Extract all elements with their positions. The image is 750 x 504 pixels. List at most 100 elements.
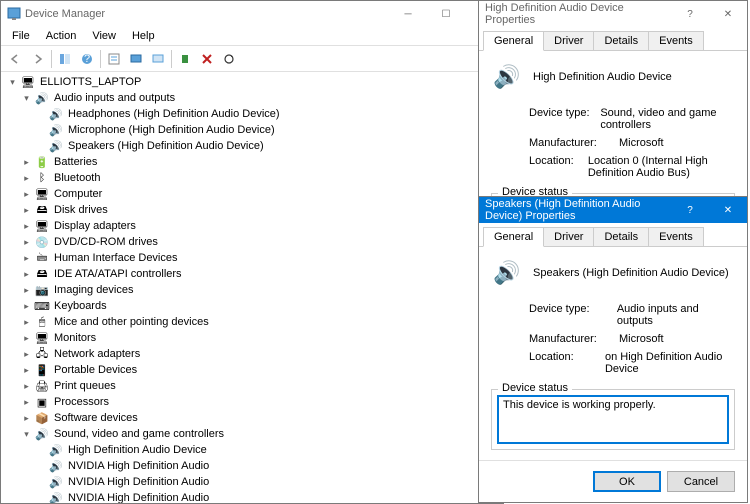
expand-icon[interactable]: ▸ xyxy=(21,173,32,184)
tree-category[interactable]: ▸ᛒBluetooth xyxy=(5,170,499,186)
scan-hardware-button[interactable] xyxy=(147,48,169,70)
refresh-button[interactable] xyxy=(218,48,240,70)
close-button[interactable]: ✕ xyxy=(709,1,747,27)
uninstall-device-button[interactable] xyxy=(196,48,218,70)
device-icon: 🖧 xyxy=(34,346,50,362)
titlebar[interactable]: Speakers (High Definition Audio Device) … xyxy=(479,197,747,223)
tree-category[interactable]: ▸🔋Batteries xyxy=(5,154,499,170)
menu-view[interactable]: View xyxy=(85,28,123,44)
tree-device[interactable]: 🔊NVIDIA High Definition Audio xyxy=(5,474,499,490)
properties-button[interactable] xyxy=(103,48,125,70)
node-label: Audio inputs and outputs xyxy=(54,92,175,104)
expand-icon[interactable]: ▾ xyxy=(7,77,18,88)
expand-icon[interactable]: ▸ xyxy=(21,157,32,168)
forward-button[interactable] xyxy=(27,48,49,70)
help-button[interactable]: ? xyxy=(671,1,709,27)
tree-device[interactable]: 🔊NVIDIA High Definition Audio xyxy=(5,490,499,503)
expand-icon[interactable]: ▸ xyxy=(21,413,32,424)
titlebar[interactable]: Device Manager ─ ☐ ✕ xyxy=(1,1,503,27)
expand-icon[interactable]: ▸ xyxy=(21,237,32,248)
tree-category[interactable]: ▸🖧Network adapters xyxy=(5,346,499,362)
expand-icon[interactable] xyxy=(35,493,46,504)
manufacturer-value: Microsoft xyxy=(619,333,664,345)
cancel-button[interactable]: Cancel xyxy=(667,471,735,492)
expand-icon[interactable]: ▸ xyxy=(21,365,32,376)
expand-icon[interactable]: ▸ xyxy=(21,333,32,344)
tree-device[interactable]: 🔊Microphone (High Definition Audio Devic… xyxy=(5,122,499,138)
hdad-properties-window: High Definition Audio Device Properties … xyxy=(478,0,748,198)
expand-icon[interactable] xyxy=(35,125,46,136)
expand-icon[interactable]: ▾ xyxy=(21,93,32,104)
tree-device[interactable]: 🔊High Definition Audio Device xyxy=(5,442,499,458)
device-tree[interactable]: ▾🖥ELLIOTTS_LAPTOP▾🔊Audio inputs and outp… xyxy=(1,72,503,503)
ok-button[interactable]: OK xyxy=(593,471,661,492)
tree-category[interactable]: ▸🖥Computer xyxy=(5,186,499,202)
expand-icon[interactable]: ▸ xyxy=(21,269,32,280)
expand-icon[interactable]: ▾ xyxy=(21,429,32,440)
expand-icon[interactable]: ▸ xyxy=(21,205,32,216)
show-hide-tree-button[interactable] xyxy=(54,48,76,70)
tree-device[interactable]: 🔊Speakers (High Definition Audio Device) xyxy=(5,138,499,154)
node-label: IDE ATA/ATAPI controllers xyxy=(54,268,182,280)
tree-category[interactable]: ▸🖨Print queues xyxy=(5,378,499,394)
enable-device-button[interactable] xyxy=(174,48,196,70)
tab-events[interactable]: Events xyxy=(648,31,704,50)
tree-category[interactable]: ▸▣Processors xyxy=(5,394,499,410)
expand-icon[interactable] xyxy=(35,461,46,472)
tab-events[interactable]: Events xyxy=(648,227,704,246)
expand-icon[interactable]: ▸ xyxy=(21,221,32,232)
tree-category[interactable]: ▸📷Imaging devices xyxy=(5,282,499,298)
tab-driver[interactable]: Driver xyxy=(543,227,594,246)
device-status-field[interactable] xyxy=(498,396,728,443)
expand-icon[interactable]: ▸ xyxy=(21,381,32,392)
tree-root[interactable]: ▾🖥ELLIOTTS_LAPTOP xyxy=(5,74,499,90)
tree-category[interactable]: ▸🖱Mice and other pointing devices xyxy=(5,314,499,330)
expand-icon[interactable]: ▸ xyxy=(21,253,32,264)
tab-details[interactable]: Details xyxy=(593,227,649,246)
tree-device[interactable]: 🔊NVIDIA High Definition Audio xyxy=(5,458,499,474)
tree-category[interactable]: ▸🖴Disk drives xyxy=(5,202,499,218)
expand-icon[interactable] xyxy=(35,109,46,120)
help-button[interactable]: ? xyxy=(671,197,709,223)
tree-category[interactable]: ▸🖥Monitors xyxy=(5,330,499,346)
tree-device[interactable]: 🔊Headphones (High Definition Audio Devic… xyxy=(5,106,499,122)
menu-file[interactable]: File xyxy=(5,28,37,44)
back-button[interactable] xyxy=(5,48,27,70)
expand-icon[interactable] xyxy=(35,141,46,152)
tree-category[interactable]: ▸🖥Display adapters xyxy=(5,218,499,234)
titlebar[interactable]: High Definition Audio Device Properties … xyxy=(479,1,747,27)
tab-general[interactable]: General xyxy=(483,227,544,247)
expand-icon[interactable]: ▸ xyxy=(21,397,32,408)
tab-details[interactable]: Details xyxy=(593,31,649,50)
tab-driver[interactable]: Driver xyxy=(543,31,594,50)
expand-icon[interactable]: ▸ xyxy=(21,301,32,312)
manufacturer-label: Manufacturer: xyxy=(529,333,619,345)
node-label: High Definition Audio Device xyxy=(68,444,207,456)
update-driver-button[interactable] xyxy=(125,48,147,70)
tree-category[interactable]: ▸💿DVD/CD-ROM drives xyxy=(5,234,499,250)
close-button[interactable]: ✕ xyxy=(709,197,747,223)
minimize-button[interactable]: ─ xyxy=(389,1,427,27)
device-icon: 🖱 xyxy=(34,314,50,330)
tree-category[interactable]: ▸🖮Human Interface Devices xyxy=(5,250,499,266)
tree-category[interactable]: ▾🔊Sound, video and game controllers xyxy=(5,426,499,442)
tree-category[interactable]: ▸🖴IDE ATA/ATAPI controllers xyxy=(5,266,499,282)
tab-general[interactable]: General xyxy=(483,31,544,51)
node-label: Disk drives xyxy=(54,204,108,216)
expand-icon[interactable] xyxy=(35,445,46,456)
device-icon: ▣ xyxy=(34,394,50,410)
menu-action[interactable]: Action xyxy=(39,28,84,44)
maximize-button[interactable]: ☐ xyxy=(427,1,465,27)
expand-icon[interactable] xyxy=(35,477,46,488)
device-icon: ᛒ xyxy=(34,170,50,186)
expand-icon[interactable]: ▸ xyxy=(21,189,32,200)
expand-icon[interactable]: ▸ xyxy=(21,317,32,328)
tree-category[interactable]: ▸📱Portable Devices xyxy=(5,362,499,378)
tree-category[interactable]: ▸⌨Keyboards xyxy=(5,298,499,314)
tree-category[interactable]: ▸📦Software devices xyxy=(5,410,499,426)
help-button[interactable]: ? xyxy=(76,48,98,70)
tree-category[interactable]: ▾🔊Audio inputs and outputs xyxy=(5,90,499,106)
expand-icon[interactable]: ▸ xyxy=(21,349,32,360)
expand-icon[interactable]: ▸ xyxy=(21,285,32,296)
menu-help[interactable]: Help xyxy=(125,28,162,44)
